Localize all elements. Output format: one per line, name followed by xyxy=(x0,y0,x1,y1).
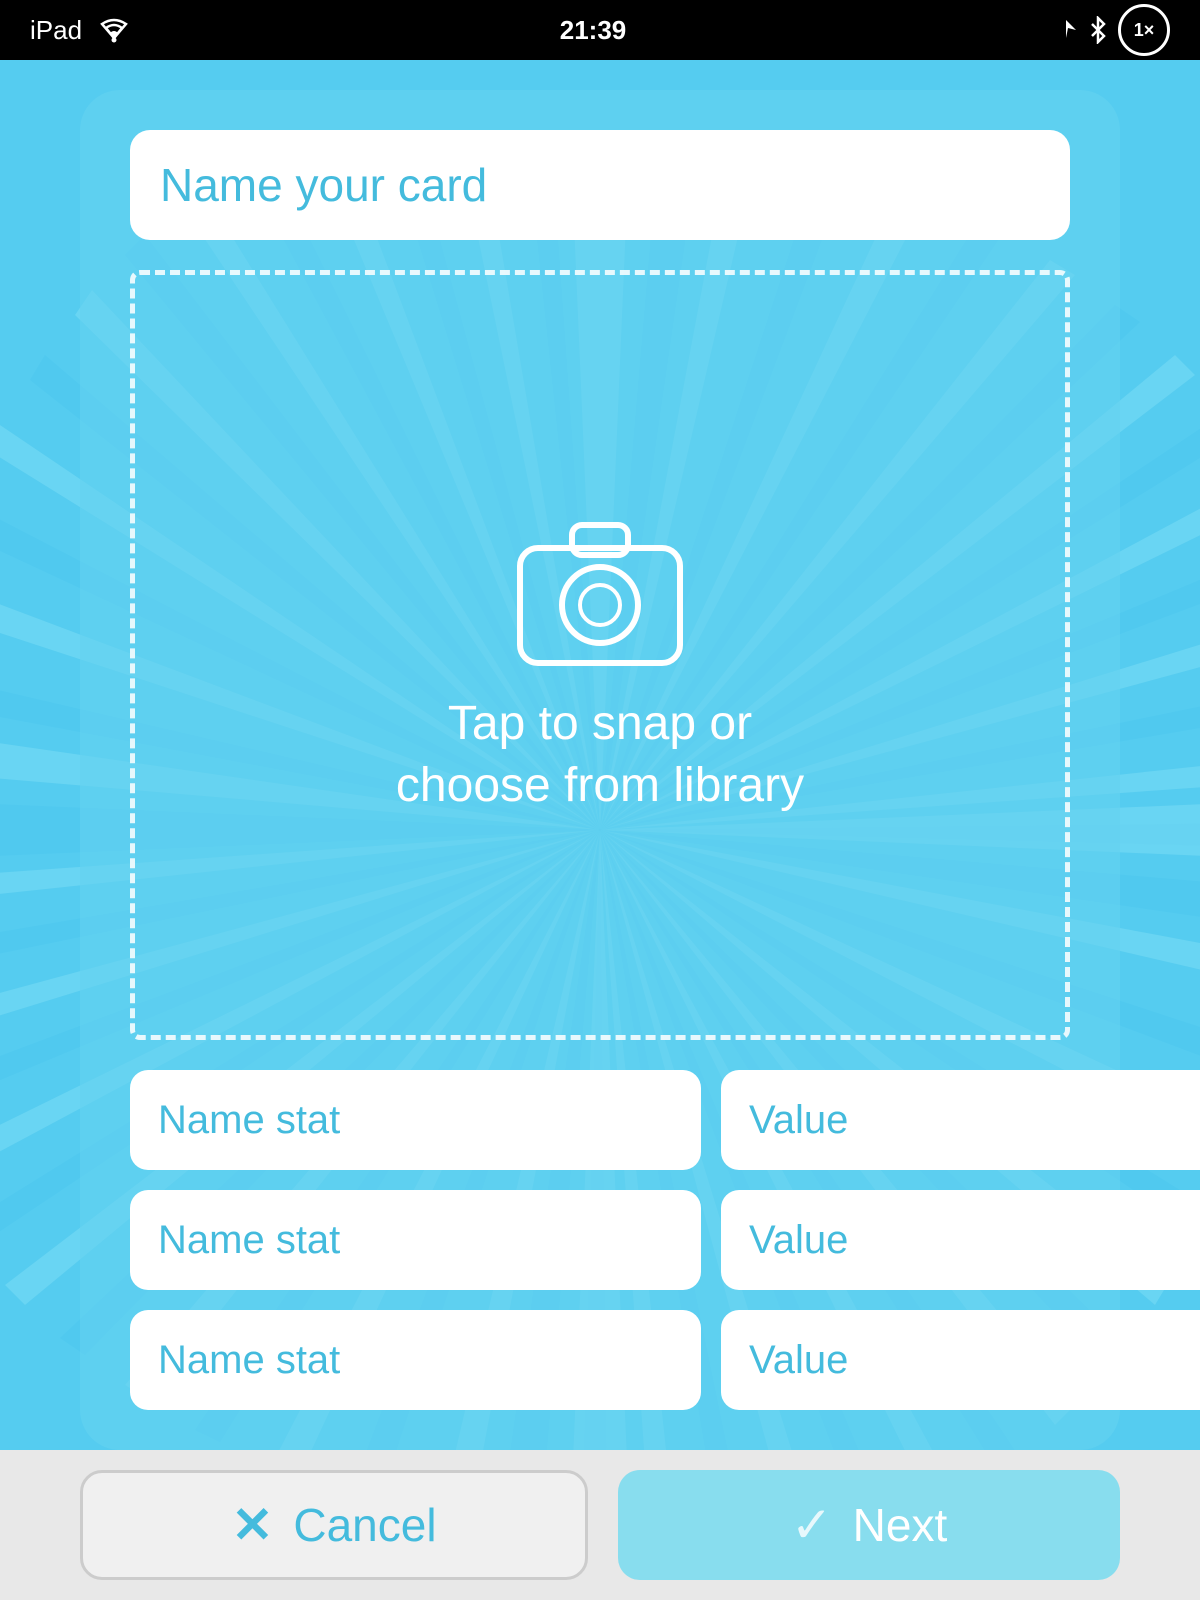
cancel-label: Cancel xyxy=(293,1498,436,1552)
wifi-icon xyxy=(96,16,132,44)
stat-value-input-1[interactable] xyxy=(721,1070,1200,1170)
cancel-button[interactable]: ✕ Cancel xyxy=(80,1470,588,1580)
camera-icon xyxy=(500,493,700,673)
main-area: .ray { fill: #7dddf5; opacity: 0.5; } .r… xyxy=(0,60,1200,1600)
stat-name-input-2[interactable] xyxy=(130,1190,701,1290)
battery-indicator: 1× xyxy=(1118,4,1170,56)
stats-area xyxy=(130,1070,1070,1410)
photo-upload-area[interactable]: Tap to snap or choose from library xyxy=(130,270,1070,1040)
bluetooth-icon xyxy=(1088,16,1108,44)
stat-name-input-3[interactable] xyxy=(130,1310,701,1410)
next-button[interactable]: ✓ Next xyxy=(618,1470,1120,1580)
check-icon: ✓ xyxy=(791,1496,833,1554)
stat-name-input-1[interactable] xyxy=(130,1070,701,1170)
status-bar: iPad 21:39 1× xyxy=(0,0,1200,60)
stat-row-3 xyxy=(130,1310,1070,1410)
status-time: 21:39 xyxy=(560,15,627,46)
carrier-text: iPad xyxy=(30,15,82,46)
card-name-input[interactable] xyxy=(130,130,1070,240)
tap-text: Tap to snap or choose from library xyxy=(396,693,804,818)
next-label: Next xyxy=(853,1498,948,1552)
stat-row-2 xyxy=(130,1190,1070,1290)
x-icon: ✕ xyxy=(231,1496,273,1554)
card-container: Tap to snap or choose from library xyxy=(80,90,1120,1450)
stat-value-input-2[interactable] xyxy=(721,1190,1200,1290)
status-right: 1× xyxy=(1054,4,1170,56)
stat-row-1 xyxy=(130,1070,1070,1170)
stat-value-input-3[interactable] xyxy=(721,1310,1200,1410)
bottom-bar: ✕ Cancel ✓ Next xyxy=(0,1450,1200,1600)
location-icon xyxy=(1054,18,1078,42)
status-left: iPad xyxy=(30,15,132,46)
